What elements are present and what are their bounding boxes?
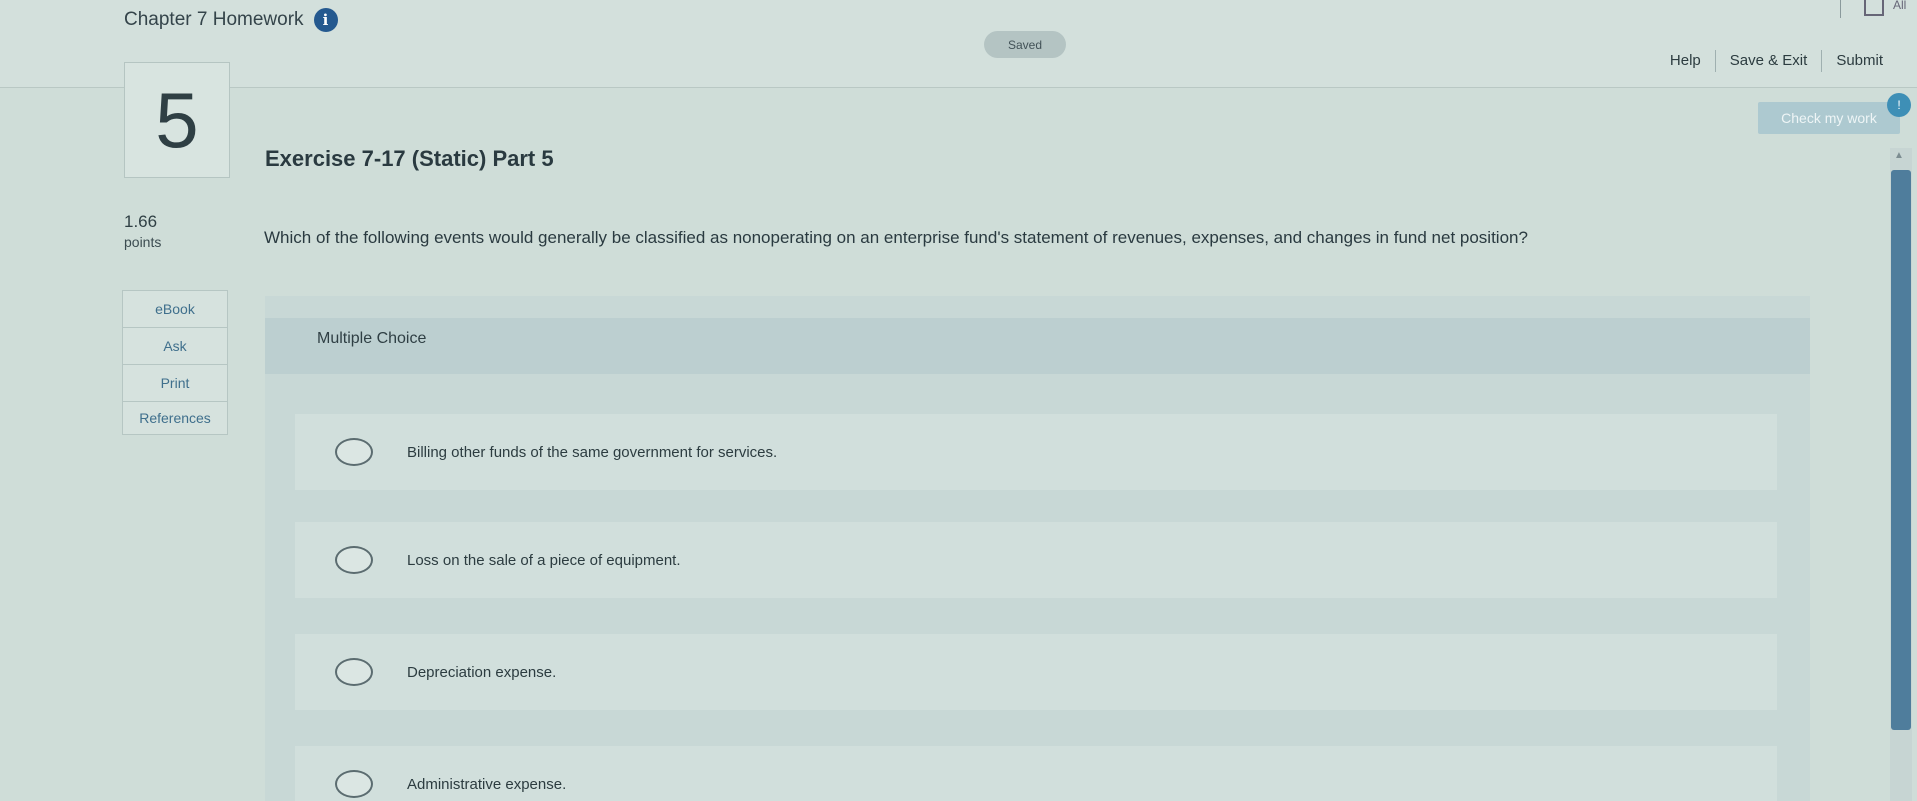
divider [1840,0,1841,18]
top-actions: Help Save & Exit Submit [1656,50,1897,72]
tools-panel: eBook Ask Print References [122,290,228,435]
answer-option[interactable]: Administrative expense. [295,746,1777,801]
help-link[interactable]: Help [1656,50,1715,72]
radio-button[interactable] [335,438,373,466]
saved-status-badge: Saved [984,31,1066,58]
scroll-up-arrow-icon[interactable]: ▲ [1894,150,1904,161]
references-link[interactable]: References [123,402,227,434]
submit-link[interactable]: Submit [1821,50,1897,72]
question-prompt: Which of the following events would gene… [264,228,1528,247]
answer-option[interactable]: Billing other funds of the same governme… [295,414,1777,490]
answer-option[interactable]: Depreciation expense. [295,634,1777,710]
answer-option-text[interactable]: Loss on the sale of a piece of equipment… [407,552,681,569]
assignment-title: Chapter 7 Homework i [124,8,338,32]
print-link[interactable]: Print [123,365,227,402]
exercise-title: Exercise 7-17 (Static) Part 5 [265,146,554,171]
ebook-link[interactable]: eBook [123,291,227,328]
answer-option-text[interactable]: Depreciation expense. [407,664,556,681]
multiple-choice-header [265,318,1810,374]
radio-button[interactable] [335,658,373,686]
corner-label[interactable]: All [1893,0,1906,12]
multiple-choice-label: Multiple Choice [317,330,427,347]
radio-button[interactable] [335,546,373,574]
points-value: 1.66 [124,212,158,231]
question-number: 5 [124,62,230,178]
answer-option-text[interactable]: Administrative expense. [407,776,566,793]
radio-button[interactable] [335,770,373,798]
assignment-title-text: Chapter 7 Homework [124,9,304,30]
check-my-work-button[interactable]: Check my work [1758,102,1900,134]
save-exit-link[interactable]: Save & Exit [1714,50,1822,72]
answer-option-text[interactable]: Billing other funds of the same governme… [407,444,777,461]
multiple-choice-panel: Multiple Choice Billing other funds of t… [265,296,1810,801]
window-icon[interactable] [1864,0,1884,16]
top-bar: Chapter 7 Homework i Saved All Help Save… [0,0,1917,88]
points-label: points [124,234,162,250]
ask-link[interactable]: Ask [123,328,227,365]
info-icon[interactable]: i [313,8,338,32]
scrollbar-thumb[interactable] [1891,170,1911,730]
answer-option[interactable]: Loss on the sale of a piece of equipment… [295,522,1777,598]
alert-badge: ! [1887,93,1911,117]
